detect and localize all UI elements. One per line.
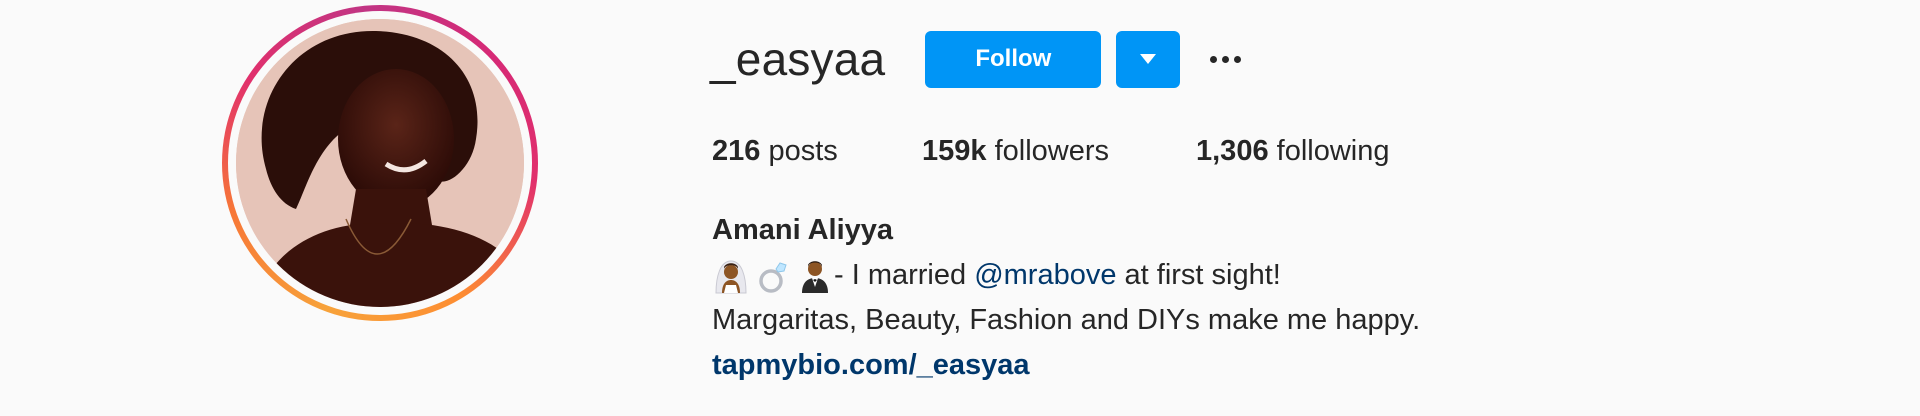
posts-label: posts xyxy=(768,135,838,167)
followers-stat[interactable]: 159k followers xyxy=(922,131,1196,171)
profile-actions-row: _easyaa Follow xyxy=(710,30,1245,88)
bride-with-veil-icon xyxy=(715,260,747,294)
bio-emojis xyxy=(712,257,834,295)
avatar-photo xyxy=(236,19,524,307)
following-count: 1,306 xyxy=(1196,135,1269,167)
ring-icon xyxy=(759,262,787,294)
bio-website-link[interactable]: tapmybio.com/_easyaa xyxy=(712,349,1030,381)
profile-stats: 216 posts 159k followers 1,306 following xyxy=(712,131,1389,171)
full-name: Amani Aliyya xyxy=(712,214,894,246)
followers-label: followers xyxy=(994,135,1110,167)
username: _easyaa xyxy=(710,33,886,85)
following-stat[interactable]: 1,306 following xyxy=(1196,131,1389,171)
profile-bio: Amani Aliyya - I married @mrabove at fir… xyxy=(712,208,1420,388)
story-ring-gap xyxy=(228,11,532,315)
more-options-button[interactable] xyxy=(1206,39,1245,79)
profile-avatar[interactable] xyxy=(236,19,524,307)
more-dots-icon xyxy=(1234,55,1242,63)
posts-stat: 216 posts xyxy=(712,131,922,171)
profile-header: _easyaa Follow 216 posts 159k followers … xyxy=(0,0,1920,416)
bio-line-2: Margaritas, Beauty, Fashion and DIYs mak… xyxy=(712,304,1421,336)
bio-link-row: tapmybio.com/_easyaa xyxy=(712,343,1420,388)
bio-line-1-suffix: at first sight! xyxy=(1116,259,1281,291)
more-dots-icon xyxy=(1210,55,1218,63)
followers-count: 159k xyxy=(922,135,987,167)
posts-count: 216 xyxy=(712,135,761,167)
follow-button[interactable]: Follow xyxy=(925,30,1102,88)
chevron-down-icon xyxy=(1140,54,1157,64)
more-dots-icon xyxy=(1222,55,1230,63)
mention-link[interactable]: @mrabove xyxy=(974,259,1116,291)
suggested-accounts-dropdown-button[interactable] xyxy=(1116,30,1181,88)
bio-line-1: - I married @mrabove at first sight! xyxy=(712,253,1420,298)
story-ring[interactable] xyxy=(222,5,538,321)
groom-in-tuxedo-icon xyxy=(802,261,828,294)
following-label: following xyxy=(1276,135,1390,167)
bio-line-1-prefix: - I married xyxy=(834,259,975,291)
